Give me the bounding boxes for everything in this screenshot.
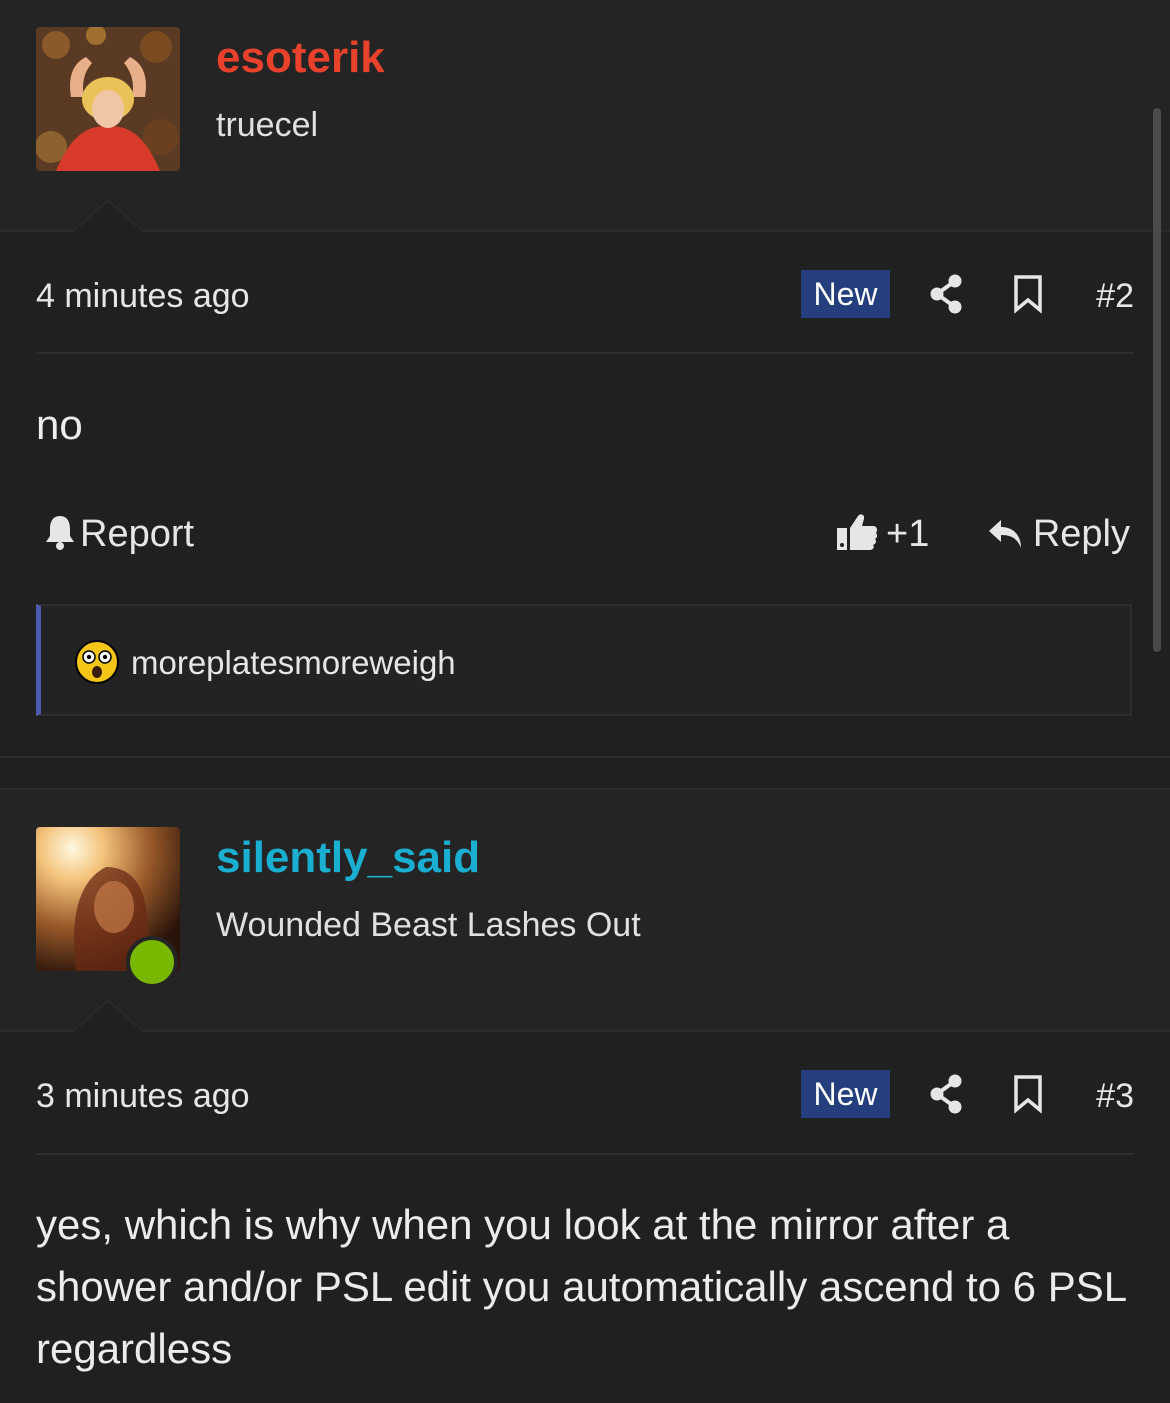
share-icon[interactable] [929, 274, 963, 314]
user-title: Wounded Beast Lashes Out [216, 906, 641, 944]
post-number[interactable]: #2 [1096, 274, 1134, 318]
post-2-actions: Report +1 Reply [36, 506, 1134, 566]
post-time[interactable]: 4 minutes ago [36, 274, 250, 318]
new-badge: New [801, 270, 890, 318]
reply-icon [988, 520, 1021, 548]
thumbs-up-icon [837, 514, 878, 550]
post-body: yes, which is why when you look at the m… [36, 1201, 1126, 1372]
like-count: +1 [886, 513, 930, 555]
divider [0, 230, 1170, 232]
divider [0, 756, 1170, 758]
post-2-user-header: esoterik truecel [0, 0, 1170, 230]
divider [36, 352, 1134, 354]
divider [36, 1153, 1134, 1155]
user-title: truecel [216, 106, 319, 144]
bookmark-icon[interactable] [1012, 274, 1044, 314]
reply-label: Reply [1032, 513, 1130, 555]
new-badge: New [801, 1070, 890, 1118]
online-status-indicator [126, 936, 178, 988]
astonished-face-icon [75, 640, 119, 684]
reply-button[interactable]: Reply [987, 510, 1130, 558]
header-pointer-fill [74, 1002, 142, 1032]
report-label: Report [80, 513, 195, 555]
reaction-users[interactable]: moreplatesmoreweigh [131, 642, 456, 684]
username[interactable]: esoterik [216, 30, 385, 86]
scrollbar[interactable] [1153, 108, 1161, 652]
divider [0, 1030, 1170, 1032]
bookmark-icon[interactable] [1012, 1074, 1044, 1114]
share-icon[interactable] [929, 1074, 963, 1114]
header-pointer-fill [74, 202, 142, 232]
post-3-user-header: silently_said Wounded Beast Lashes Out [0, 790, 1170, 1030]
username[interactable]: silently_said [216, 830, 480, 886]
post-number[interactable]: #3 [1096, 1074, 1134, 1118]
thread-page: esoterik truecel 4 minutes ago New #2 no… [0, 0, 1170, 1403]
bell-icon [46, 516, 74, 550]
avatar[interactable] [36, 27, 180, 171]
report-button[interactable]: Report [44, 510, 194, 558]
post-3-meta: 3 minutes ago New #3 [36, 1066, 1134, 1126]
like-button[interactable]: +1 [836, 510, 929, 558]
reactions-bar[interactable]: moreplatesmoreweigh [36, 604, 1132, 716]
post-2-meta: 4 minutes ago New #2 [36, 266, 1134, 326]
post-body: no [36, 401, 83, 448]
post-time[interactable]: 3 minutes ago [36, 1074, 250, 1118]
